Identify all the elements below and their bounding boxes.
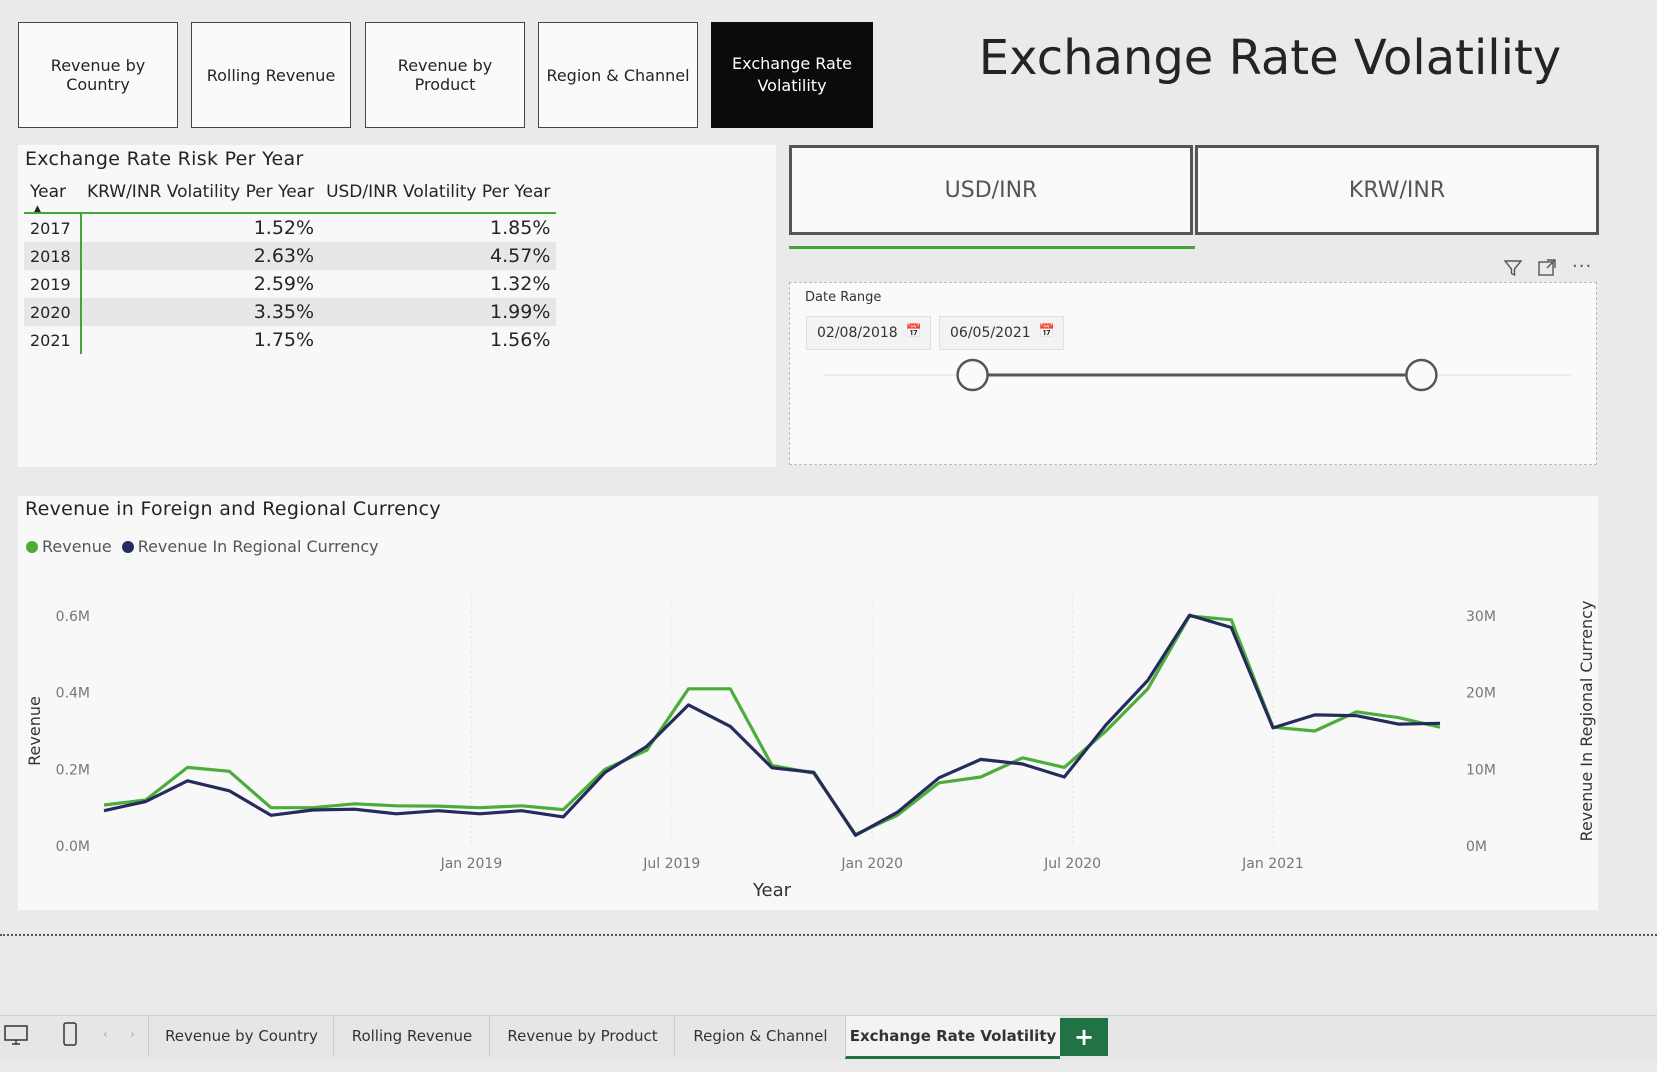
scroll-right-icon[interactable]: ›: [130, 1027, 135, 1041]
usd-volatility-cell: 1.56%: [490, 329, 551, 351]
nav-button-revenue-by-country[interactable]: Revenue by Country: [18, 22, 178, 128]
y2-tick-label: 20M: [1466, 686, 1496, 702]
usd-volatility-cell: 1.85%: [490, 217, 551, 239]
mobile-layout-icon[interactable]: [62, 1021, 78, 1051]
selected-toggle-indicator: [789, 246, 1195, 249]
add-page-button[interactable]: +: [1060, 1018, 1108, 1056]
date-range-label: Date Range: [805, 290, 882, 305]
legend-item-revenue[interactable]: Revenue: [26, 537, 112, 556]
risk-table-title: Exchange Rate Risk Per Year: [25, 148, 304, 170]
column-header-usd[interactable]: USD/INR Volatility Per Year: [320, 176, 556, 213]
year-cell: 2018: [24, 242, 82, 270]
volatility-table: Year ▲ KRW/INR Volatility Per Year USD/I…: [24, 176, 557, 354]
usd-volatility-cell: 1.99%: [320, 298, 557, 326]
chart-title: Revenue in Foreign and Regional Currency: [25, 498, 441, 520]
table-row: 2018 2.63% 4.57%: [24, 242, 557, 270]
column-header-year[interactable]: Year ▲: [24, 176, 81, 214]
start-date-value: 02/08/2018: [817, 325, 898, 341]
tab-exchange-rate-volatility[interactable]: Exchange Rate Volatility: [845, 1016, 1060, 1059]
page-boundary: [0, 934, 1657, 936]
usd-volatility-cell: 1.32%: [490, 273, 551, 295]
usd-volatility-cell: 4.57%: [320, 242, 557, 270]
focus-mode-icon[interactable]: [1537, 258, 1557, 282]
legend-dot: [121, 541, 134, 553]
tab-revenue-by-product[interactable]: Revenue by Product: [489, 1016, 675, 1056]
toggle-krw-inr[interactable]: KRW/INR: [1195, 145, 1599, 235]
krw-volatility-cell: 3.35%: [81, 298, 321, 326]
legend-label: Revenue: [42, 537, 112, 556]
y2-axis-title: Revenue In Regional Currency: [1577, 601, 1596, 842]
calendar-icon[interactable]: 📅: [1039, 324, 1055, 339]
x-tick-label: Jul 2019: [642, 856, 700, 872]
year-cell: 2020: [24, 298, 82, 326]
more-options-icon[interactable]: ···: [1572, 256, 1592, 277]
range-slider-end-handle[interactable]: [1405, 358, 1438, 392]
y-tick-label: 0.4M: [56, 686, 90, 702]
column-header-krw[interactable]: KRW/INR Volatility Per Year: [81, 176, 320, 213]
krw-volatility-cell: 2.63%: [81, 242, 321, 270]
x-axis-title: Year: [752, 880, 792, 901]
scroll-left-icon[interactable]: ‹: [103, 1027, 108, 1041]
filter-icon[interactable]: [1503, 258, 1523, 282]
y-axis-title: Revenue: [25, 696, 44, 766]
krw-volatility-cell: 2.59%: [253, 273, 315, 295]
year-cell: 2021: [24, 326, 82, 354]
legend-item-regional[interactable]: Revenue In Regional Currency: [121, 537, 379, 556]
end-date-input[interactable]: 06/05/2021 📅: [939, 316, 1064, 350]
table-row: 2020 3.35% 1.99%: [24, 298, 557, 326]
legend-dot: [26, 541, 38, 553]
x-tick-label: Jan 2019: [440, 856, 503, 872]
chart-legend: Revenue Revenue In Regional Currency: [26, 537, 379, 556]
x-tick-label: Jul 2020: [1043, 856, 1101, 872]
range-slider[interactable]: [789, 355, 1597, 395]
sort-ascending-icon: ▲: [34, 204, 41, 214]
nav-button-region-channel[interactable]: Region & Channel: [538, 22, 698, 128]
x-tick-label: Jan 2021: [1241, 856, 1304, 872]
tab-rolling-revenue[interactable]: Rolling Revenue: [333, 1016, 490, 1056]
legend-label: Revenue In Regional Currency: [137, 537, 379, 556]
y-tick-label: 0.0M: [56, 839, 90, 855]
column-header-label: Year: [30, 182, 66, 202]
tab-revenue-by-country[interactable]: Revenue by Country: [148, 1016, 334, 1056]
page-title: Exchange Rate Volatility: [978, 30, 1562, 86]
krw-volatility-cell: 1.52%: [253, 217, 315, 239]
start-date-input[interactable]: 02/08/2018 📅: [806, 316, 931, 350]
desktop-layout-icon[interactable]: [3, 1024, 29, 1050]
y-tick-label: 0.2M: [56, 762, 90, 778]
end-date-value: 06/05/2021: [950, 325, 1031, 341]
year-cell: 2019: [24, 270, 82, 298]
toggle-usd-inr[interactable]: USD/INR: [789, 145, 1193, 235]
y-tick-label: 0.6M: [56, 609, 90, 625]
nav-button-exchange-rate-volatility[interactable]: Exchange Rate Volatility: [711, 22, 873, 128]
range-slider-start-handle[interactable]: [956, 358, 989, 392]
y2-tick-label: 10M: [1466, 762, 1496, 778]
revenue-line-chart: 0.0M 0.2M 0.4M 0.6M 0M 10M 20M 30M Jan 2019 Jul 2…: [25, 596, 1596, 901]
table-row: 2019 2.59% 1.32%: [24, 270, 556, 298]
krw-volatility-cell: 1.75%: [253, 329, 315, 351]
nav-button-rolling-revenue[interactable]: Rolling Revenue: [191, 22, 351, 128]
nav-button-revenue-by-product[interactable]: Revenue by Product: [365, 22, 525, 128]
x-tick-label: Jan 2020: [840, 856, 903, 872]
tab-region-channel[interactable]: Region & Channel: [674, 1016, 846, 1056]
year-cell: 2017: [24, 213, 82, 242]
table-row: 2021 1.75% 1.56%: [24, 326, 556, 354]
table-row: 2017 1.52% 1.85%: [24, 213, 556, 242]
series-line-regional-revenue: [103, 613, 1441, 837]
y2-tick-label: 0M: [1466, 839, 1487, 855]
calendar-icon[interactable]: 📅: [906, 324, 922, 339]
y2-tick-label: 30M: [1466, 609, 1496, 625]
